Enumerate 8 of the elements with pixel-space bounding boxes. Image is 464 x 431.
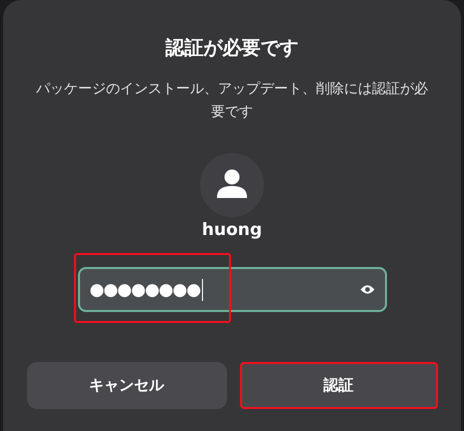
eye-icon[interactable] <box>360 284 374 295</box>
user-name: huong <box>202 219 262 241</box>
user-avatar-icon <box>200 153 264 217</box>
password-field[interactable]: ●●●●●●●● <box>78 267 386 312</box>
dialog-message: パッケージのインストール、アップデート、削除には認証が必要です <box>35 80 429 122</box>
dialog-title: 認証が必要です <box>166 36 298 61</box>
authenticate-button[interactable]: 認証 <box>240 362 438 409</box>
cancel-button[interactable]: キャンセル <box>26 362 226 409</box>
